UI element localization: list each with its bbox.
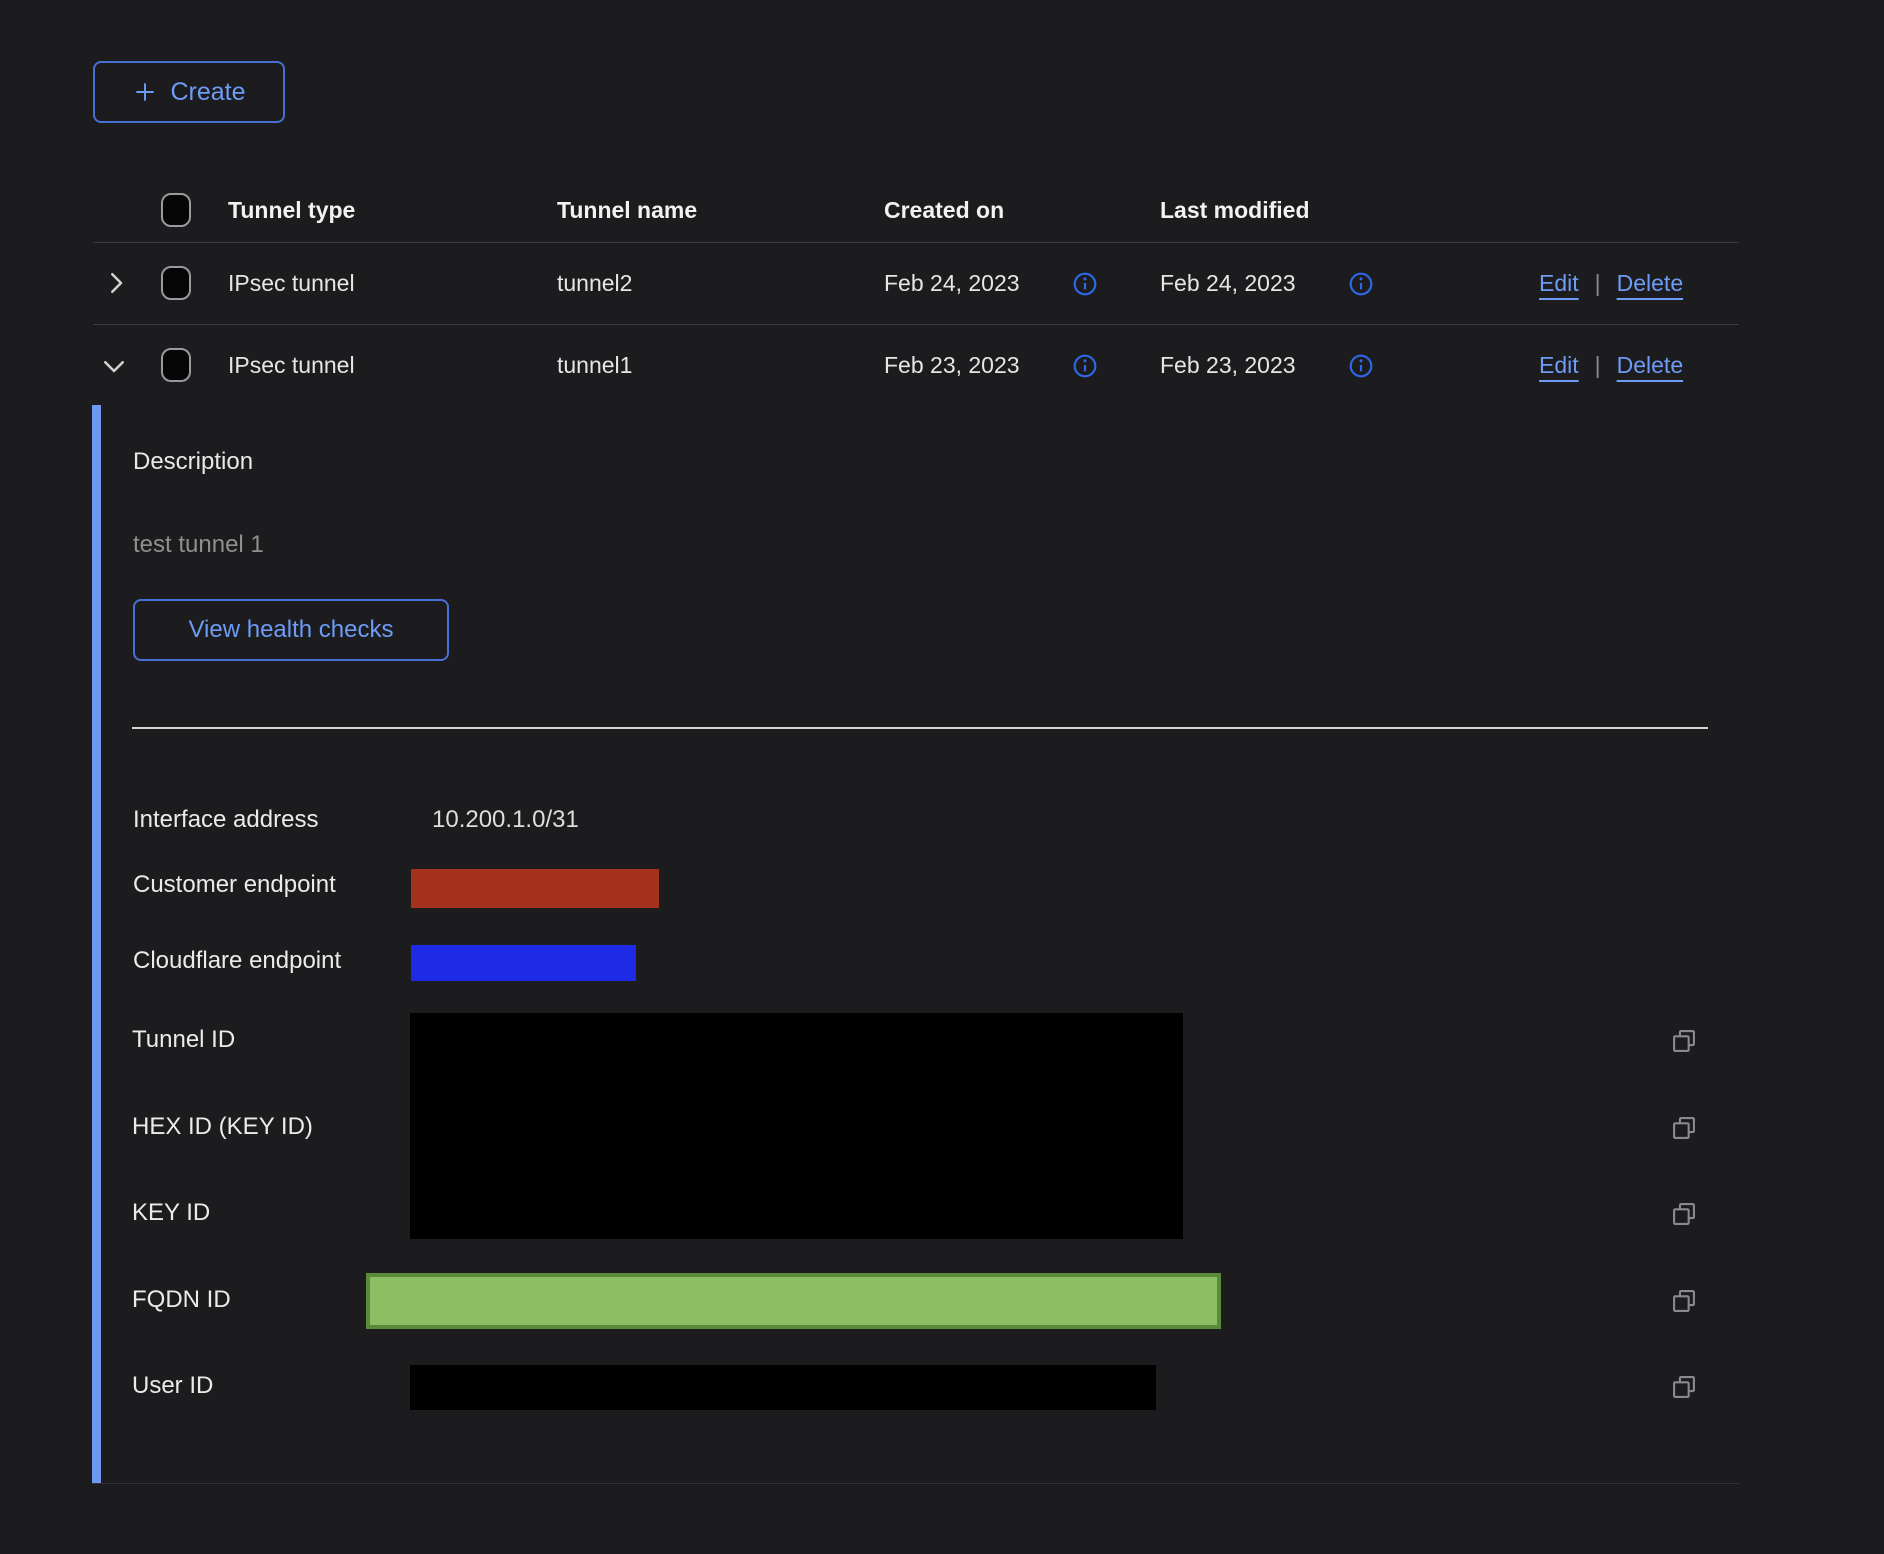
expand-row-chevron-right-icon[interactable] bbox=[101, 268, 131, 298]
expanded-row-accent-bar bbox=[92, 405, 101, 1483]
column-header-created-on: Created on bbox=[884, 196, 1004, 224]
user-id-redacted-value bbox=[410, 1365, 1156, 1410]
cell-tunnel-name: tunnel1 bbox=[557, 351, 632, 379]
row-actions: Edit | Delete bbox=[1539, 351, 1683, 379]
header-divider bbox=[93, 242, 1739, 243]
cell-last-modified: Feb 23, 2023 bbox=[1160, 351, 1296, 379]
create-button-label: Create bbox=[170, 78, 245, 107]
interface-address-value: 10.200.1.0/31 bbox=[432, 805, 579, 835]
row-actions: Edit | Delete bbox=[1539, 269, 1683, 297]
edit-link[interactable]: Edit bbox=[1539, 269, 1579, 297]
action-separator: | bbox=[1595, 351, 1601, 379]
column-header-last-modified: Last modified bbox=[1160, 196, 1310, 224]
cell-last-modified: Feb 24, 2023 bbox=[1160, 269, 1296, 297]
description-label: Description bbox=[133, 447, 253, 477]
customer-endpoint-label: Customer endpoint bbox=[133, 870, 336, 900]
last-modified-info-icon[interactable] bbox=[1348, 353, 1374, 379]
view-health-checks-label: View health checks bbox=[188, 616, 393, 644]
select-row-checkbox[interactable] bbox=[161, 348, 191, 382]
cell-created-on: Feb 24, 2023 bbox=[884, 269, 1020, 297]
delete-link[interactable]: Delete bbox=[1617, 269, 1683, 297]
created-on-info-icon[interactable] bbox=[1072, 353, 1098, 379]
tunnel-id-label: Tunnel ID bbox=[132, 1025, 235, 1055]
copy-tunnel-id-icon[interactable] bbox=[1670, 1027, 1698, 1055]
row-divider bbox=[93, 324, 1739, 325]
cell-tunnel-name: tunnel2 bbox=[557, 269, 632, 297]
view-health-checks-button[interactable]: View health checks bbox=[133, 599, 449, 661]
fqdn-id-redacted-value bbox=[366, 1273, 1221, 1329]
collapse-row-chevron-down-icon[interactable] bbox=[99, 351, 129, 381]
cell-tunnel-type: IPsec tunnel bbox=[228, 351, 355, 379]
hex-id-label: HEX ID (KEY ID) bbox=[132, 1112, 313, 1142]
description-value: test tunnel 1 bbox=[133, 530, 264, 560]
fqdn-id-label: FQDN ID bbox=[132, 1285, 231, 1315]
detail-section-divider bbox=[132, 727, 1708, 729]
interface-address-label: Interface address bbox=[133, 805, 318, 835]
cloudflare-endpoint-redacted-value bbox=[411, 945, 636, 981]
cell-tunnel-type: IPsec tunnel bbox=[228, 269, 355, 297]
column-header-tunnel-type: Tunnel type bbox=[228, 196, 355, 224]
cell-created-on: Feb 23, 2023 bbox=[884, 351, 1020, 379]
customer-endpoint-redacted-value bbox=[411, 869, 659, 908]
action-separator: | bbox=[1595, 269, 1601, 297]
key-id-label: KEY ID bbox=[132, 1198, 210, 1228]
create-button[interactable]: Create bbox=[93, 61, 285, 123]
user-id-label: User ID bbox=[132, 1371, 213, 1401]
edit-link[interactable]: Edit bbox=[1539, 351, 1579, 379]
expanded-panel-bottom-divider bbox=[92, 1483, 1739, 1484]
copy-hex-id-icon[interactable] bbox=[1670, 1114, 1698, 1142]
delete-link[interactable]: Delete bbox=[1617, 351, 1683, 379]
copy-fqdn-id-icon[interactable] bbox=[1670, 1287, 1698, 1315]
copy-key-id-icon[interactable] bbox=[1670, 1200, 1698, 1228]
created-on-info-icon[interactable] bbox=[1072, 271, 1098, 297]
select-row-checkbox[interactable] bbox=[161, 266, 191, 300]
column-header-tunnel-name: Tunnel name bbox=[557, 196, 697, 224]
ids-redacted-value-block bbox=[410, 1013, 1183, 1239]
last-modified-info-icon[interactable] bbox=[1348, 271, 1374, 297]
copy-user-id-icon[interactable] bbox=[1670, 1373, 1698, 1401]
cloudflare-endpoint-label: Cloudflare endpoint bbox=[133, 946, 341, 976]
select-all-checkbox[interactable] bbox=[161, 193, 191, 227]
plus-icon bbox=[132, 79, 158, 105]
